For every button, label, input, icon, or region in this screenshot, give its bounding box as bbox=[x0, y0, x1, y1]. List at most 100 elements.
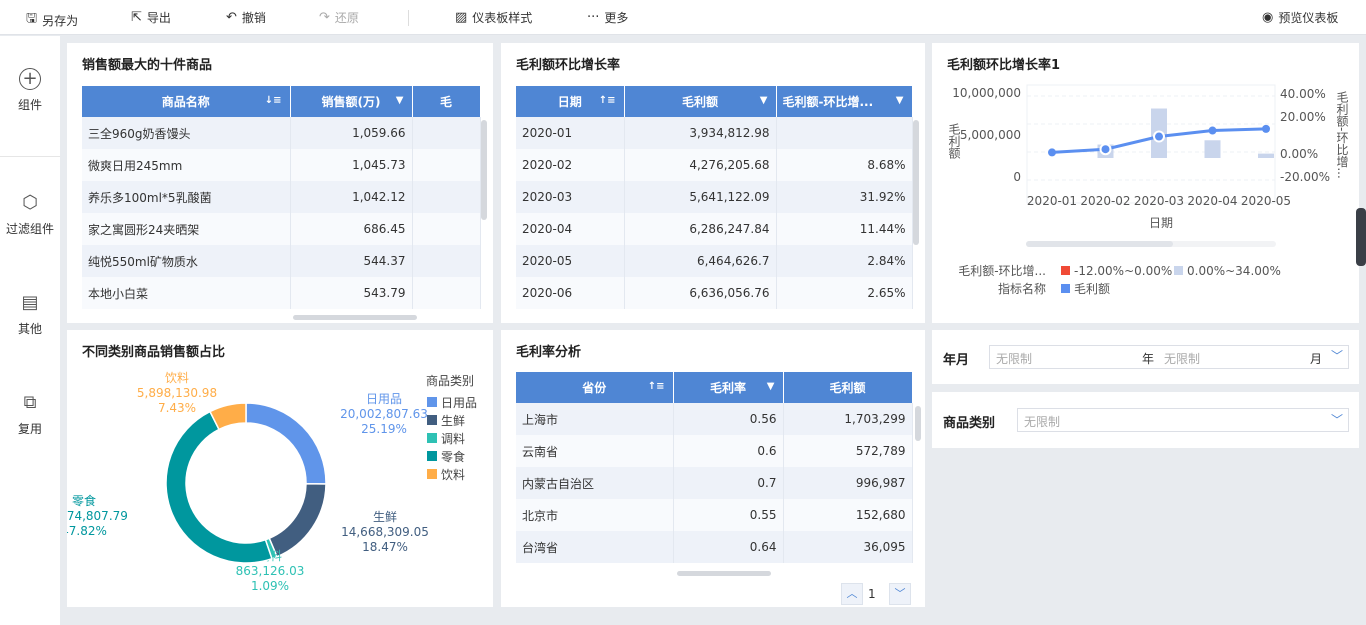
table-cell bbox=[412, 245, 481, 277]
export-button[interactable]: ⇱ 导出 bbox=[131, 9, 171, 26]
dashboard-style-button[interactable]: ▨ 仪表板样式 bbox=[455, 9, 532, 26]
table-cell: 云南省 bbox=[516, 435, 674, 467]
dropdown-icon[interactable]: ▼ bbox=[760, 95, 768, 106]
slice-label-value: 37,974,807.79 bbox=[67, 509, 128, 523]
table-row[interactable]: 2020-05 6,464,626.7 2.84% bbox=[516, 245, 913, 277]
chevron-down-icon[interactable]: ﹀ bbox=[1331, 411, 1343, 428]
sidebar-item-other[interactable]: ▤ 其他 bbox=[0, 292, 60, 337]
table-row[interactable]: 家之寓圆形24夹晒架 686.45 bbox=[82, 213, 481, 245]
donut-slice bbox=[165, 410, 273, 564]
horizontal-scrollbar[interactable] bbox=[677, 571, 771, 576]
vertical-scrollbar[interactable] bbox=[915, 406, 921, 441]
vertical-scrollbar[interactable] bbox=[913, 120, 919, 245]
save-as-button[interactable]: 🖫 另存为 bbox=[26, 9, 78, 31]
plus-circle-icon: + bbox=[19, 68, 41, 90]
sidebar-item-filter[interactable]: ⬡ 过滤组件 bbox=[0, 192, 60, 237]
legend-title: 毛利额-环比增... bbox=[958, 264, 1046, 278]
table-row[interactable]: 本地小白菜 543.79 bbox=[82, 277, 481, 309]
table-cell: 8.68% bbox=[776, 149, 913, 181]
table-row[interactable]: 2020-01 3,934,812.98 bbox=[516, 117, 913, 149]
table-cell bbox=[412, 181, 481, 213]
legend-swatch bbox=[427, 397, 437, 407]
zoom-slider-handle[interactable] bbox=[1026, 241, 1173, 247]
side-handle[interactable] bbox=[1356, 208, 1366, 266]
table-cell: 6,464,626.7 bbox=[624, 245, 777, 277]
table-cell: 544.37 bbox=[290, 245, 413, 277]
table-cell: 0.64 bbox=[673, 531, 784, 563]
table-row[interactable]: 北京市 0.55 152,680 bbox=[516, 499, 913, 531]
sort-icon[interactable]: ↑≡ bbox=[648, 381, 665, 392]
sidebar-item-reuse[interactable]: ⧉ 复用 bbox=[0, 392, 60, 437]
table-cell bbox=[412, 277, 481, 309]
table-cell: 2020-04 bbox=[516, 213, 625, 245]
category-filter-input[interactable]: 无限制 bbox=[1017, 408, 1349, 432]
column-header-profit[interactable]: 毛 bbox=[412, 86, 481, 117]
chevron-down-icon[interactable]: ﹀ bbox=[1331, 347, 1343, 364]
y-axis-title: 毛利额 bbox=[947, 123, 961, 160]
column-header-profit[interactable]: 毛利额 ▼ bbox=[624, 86, 777, 117]
dropdown-icon[interactable]: ▼ bbox=[896, 95, 904, 106]
table-cell bbox=[412, 149, 481, 181]
table-cell: 2020-02 bbox=[516, 149, 625, 181]
table-row[interactable]: 2020-06 6,636,056.76 2.65% bbox=[516, 277, 913, 309]
table-cell: 0.6 bbox=[673, 435, 784, 467]
table-row[interactable]: 上海市 0.56 1,703,299 bbox=[516, 403, 913, 435]
next-page-button[interactable]: ﹀ bbox=[889, 583, 911, 605]
undo-button[interactable]: ↶ 撤销 bbox=[226, 9, 266, 26]
slice-label-pct: 7.43% bbox=[158, 401, 196, 415]
sidebar: + 组件 ⬡ 过滤组件 ▤ 其他 ⧉ 复用 bbox=[0, 36, 60, 625]
sort-icon[interactable]: ↓≡ bbox=[265, 95, 282, 106]
dropdown-icon[interactable]: ▼ bbox=[767, 381, 775, 392]
prev-page-button[interactable]: ︿ bbox=[841, 583, 863, 605]
table-cell: 家之寓圆形24夹晒架 bbox=[82, 213, 291, 245]
column-header-sales[interactable]: 销售额(万) ▼ bbox=[290, 86, 413, 117]
page-number: 1 bbox=[868, 587, 876, 601]
slice-label-pct: 18.47% bbox=[362, 540, 408, 554]
year-placeholder: 无限制 bbox=[996, 352, 1033, 366]
table-cell: 5,641,122.09 bbox=[624, 181, 777, 213]
slice-label-value: 20,002,807.63 bbox=[340, 407, 428, 421]
category-filter: 商品类别 无限制 ﹀ bbox=[932, 392, 1359, 448]
table-row[interactable]: 微爽日用245mm 1,045.73 bbox=[82, 149, 481, 181]
column-header-margin[interactable]: 毛利率 ▼ bbox=[673, 372, 784, 403]
table-cell: 1,042.12 bbox=[290, 181, 413, 213]
table-cell: 纯悦550ml矿物质水 bbox=[82, 245, 291, 277]
table-row[interactable]: 2020-03 5,641,122.09 31.92% bbox=[516, 181, 913, 213]
table-row[interactable]: 2020-04 6,286,247.84 11.44% bbox=[516, 213, 913, 245]
table-row[interactable]: 2020-02 4,276,205.68 8.68% bbox=[516, 149, 913, 181]
vertical-scrollbar[interactable] bbox=[481, 120, 487, 220]
combo-chart: 10,000,000 5,000,000 0 40.00% 20.00% 0.00% -20… bbox=[947, 84, 1349, 296]
table-row[interactable]: 养乐多100ml*5乳酸菌 1,042.12 bbox=[82, 181, 481, 213]
more-button[interactable]: ··· 更多 bbox=[587, 9, 628, 26]
legend-label: 生鲜 bbox=[441, 414, 465, 428]
sort-icon[interactable]: ↑≡ bbox=[599, 95, 616, 106]
table-cell: 686.45 bbox=[290, 213, 413, 245]
column-header-province[interactable]: 省份 ↑≡ bbox=[516, 372, 674, 403]
column-header-profit[interactable]: 毛利额 bbox=[783, 372, 913, 403]
column-header-date[interactable]: 日期 ↑≡ bbox=[516, 86, 625, 117]
horizontal-scrollbar[interactable] bbox=[293, 315, 417, 320]
table-cell: 152,680 bbox=[783, 499, 913, 531]
filter-icon[interactable]: ▼ bbox=[396, 95, 404, 106]
table-cell: 养乐多100ml*5乳酸菌 bbox=[82, 181, 291, 213]
table-row[interactable]: 云南省 0.6 572,789 bbox=[516, 435, 913, 467]
table-cell: 0.56 bbox=[673, 403, 784, 435]
table-cell: 北京市 bbox=[516, 499, 674, 531]
table-cell: 572,789 bbox=[783, 435, 913, 467]
table-row[interactable]: 内蒙古自治区 0.7 996,987 bbox=[516, 467, 913, 499]
chevron-up-icon: ︿ bbox=[846, 587, 858, 600]
preview-dashboard-button[interactable]: ◉ 预览仪表板 bbox=[1262, 9, 1338, 26]
y-tick-label: 0 bbox=[1013, 170, 1021, 184]
table-row[interactable]: 纯悦550ml矿物质水 544.37 bbox=[82, 245, 481, 277]
filter-label: 商品类别 bbox=[943, 416, 996, 431]
toolbar-divider bbox=[408, 10, 409, 26]
sidebar-item-component[interactable]: + 组件 bbox=[0, 68, 60, 113]
column-header-growth[interactable]: 毛利额-环比增... ▼ bbox=[776, 86, 913, 117]
column-header-product[interactable]: 商品名称 ↓≡ bbox=[82, 86, 291, 117]
year-unit: 年 bbox=[1142, 352, 1155, 366]
table-cell: 2.84% bbox=[776, 245, 913, 277]
bar bbox=[1258, 153, 1274, 158]
redo-button[interactable]: ↷ 还原 bbox=[319, 9, 359, 26]
table-row[interactable]: 台湾省 0.64 36,095 bbox=[516, 531, 913, 563]
table-row[interactable]: 三全960g奶香馒头 1,059.66 bbox=[82, 117, 481, 149]
